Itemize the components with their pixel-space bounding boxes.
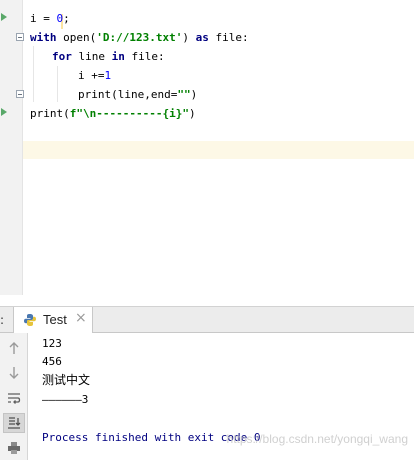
scroll-to-end-icon[interactable]: [3, 413, 25, 433]
code-text: i +=1: [78, 69, 112, 82]
tab-separator: :: [0, 313, 5, 327]
code-line-2[interactable]: with open('D://123.txt') as file:: [0, 28, 414, 47]
arrow-up-icon[interactable]: [3, 338, 25, 358]
code-line-3[interactable]: for line in file:: [0, 47, 414, 66]
code-text: print(line,end=""): [78, 88, 198, 101]
console-line: ——————3: [42, 393, 89, 406]
code-text: for line in file:: [52, 50, 165, 63]
run-marker-icon[interactable]: [1, 108, 7, 116]
code-line-1[interactable]: i = 0;: [0, 9, 414, 29]
run-marker-icon[interactable]: [1, 13, 7, 21]
watermark: https://blog.csdn.net/yongqi_wang: [226, 432, 408, 446]
code-editor[interactable]: i = 0; with open('D://123.txt') as file:…: [0, 0, 414, 295]
python-icon: [24, 314, 36, 326]
tab-label: Test: [43, 312, 67, 327]
close-icon[interactable]: ×: [75, 310, 87, 326]
code-text: i = 0;: [30, 12, 70, 25]
run-side-toolbar: [0, 333, 28, 460]
current-line-highlight: [23, 141, 414, 159]
console-line: 123: [42, 337, 62, 350]
code-line-5[interactable]: print(line,end=""): [0, 85, 414, 104]
soft-wrap-icon[interactable]: [3, 388, 25, 408]
fold-marker-icon[interactable]: [16, 90, 24, 98]
code-line-6[interactable]: print(f"\n----------{i}"): [0, 104, 414, 123]
arrow-down-icon[interactable]: [3, 363, 25, 383]
fold-marker-icon[interactable]: [16, 33, 24, 41]
console-line: 456: [42, 355, 62, 368]
tab-test[interactable]: Test ×: [13, 307, 93, 333]
run-toolbar: : Test ×: [0, 306, 414, 333]
print-icon[interactable]: [3, 438, 25, 458]
console-line: 测试中文: [42, 373, 91, 387]
code-text: print(f"\n----------{i}"): [30, 107, 196, 120]
code-line-4[interactable]: i +=1: [0, 66, 414, 85]
code-text: with open('D://123.txt') as file:: [30, 31, 249, 44]
